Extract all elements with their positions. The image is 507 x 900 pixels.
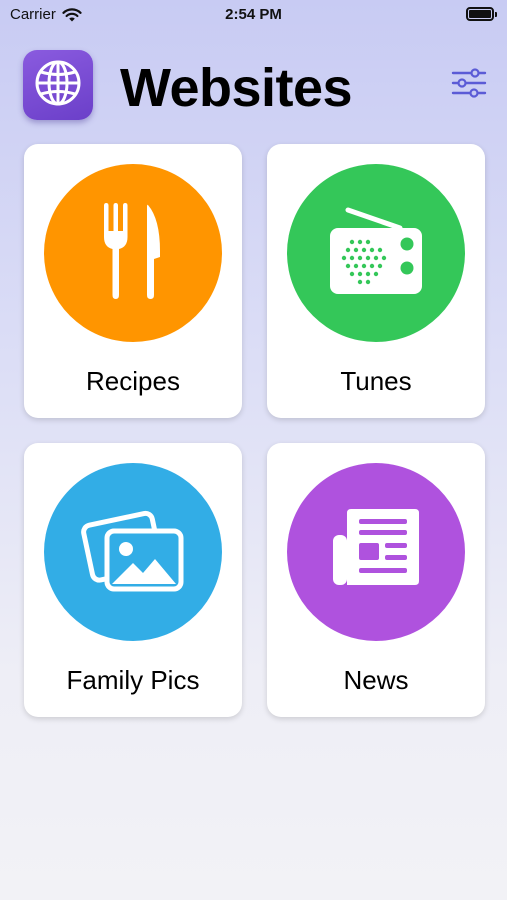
battery-icon	[466, 7, 497, 21]
radio-icon	[328, 206, 424, 301]
photos-icon	[81, 505, 185, 600]
tile-family-pics[interactable]: Family Pics	[24, 443, 242, 717]
newspaper-icon	[331, 505, 421, 600]
sliders-icon	[451, 67, 487, 103]
tile-icon-circle	[287, 463, 465, 641]
tile-icon-circle	[44, 164, 222, 342]
tile-label: Recipes	[86, 366, 180, 396]
app-icon	[23, 50, 93, 120]
tile-news[interactable]: News	[267, 443, 485, 717]
globe-icon	[33, 58, 83, 113]
tile-recipes[interactable]: Recipes	[24, 144, 242, 418]
tile-label: News	[343, 665, 409, 695]
tile-icon-circle	[287, 164, 465, 342]
tile-label: Tunes	[340, 366, 412, 396]
status-bar: Carrier 2:54 PM	[0, 0, 507, 30]
header: Websites	[23, 50, 488, 120]
filter-button[interactable]	[450, 66, 488, 104]
tile-label: Family Pics	[66, 665, 200, 695]
status-time: 2:54 PM	[225, 6, 282, 23]
fork-knife-icon	[98, 201, 168, 306]
page-title: Websites	[120, 58, 353, 118]
tile-icon-circle	[44, 463, 222, 641]
websites-grid: Recipes Tunes Family Pics News	[24, 144, 485, 717]
tile-tunes[interactable]: Tunes	[267, 144, 485, 418]
